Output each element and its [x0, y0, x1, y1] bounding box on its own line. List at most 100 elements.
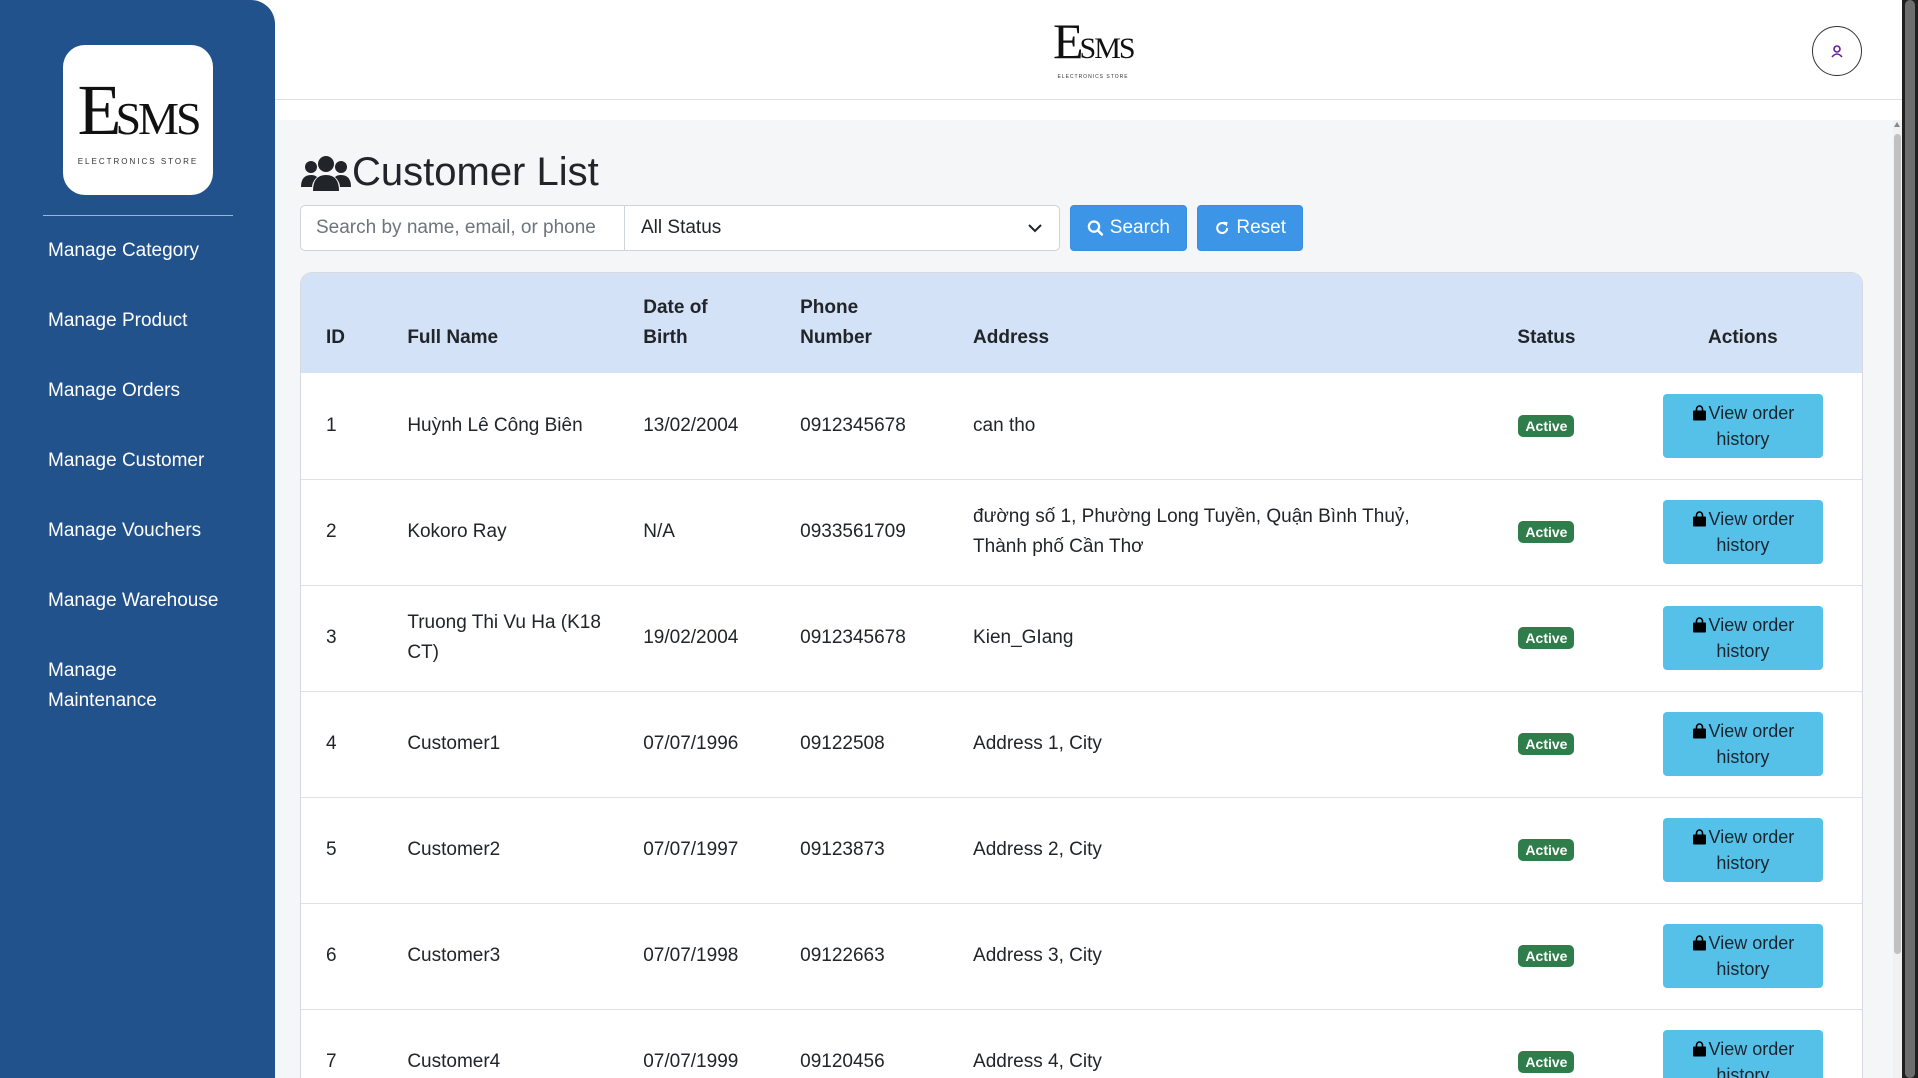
table-row: 2 Kokoro Ray N/A 0933561709 đường số 1, … — [301, 479, 1862, 586]
status-badge: Active — [1518, 839, 1575, 861]
reset-button[interactable]: Reset — [1197, 205, 1303, 251]
status-badge: Active — [1518, 414, 1575, 437]
cell-dob: 07/07/1996 — [618, 691, 776, 798]
sidebar-nav: Manage Category Manage Product Manage Or… — [48, 236, 248, 736]
app-root: ESMS ELECTRONICS STORE Manage Category M… — [0, 0, 1918, 1078]
view-order-history-button[interactable]: View order history — [1662, 500, 1823, 564]
table-row: 6 Customer3 07/07/1998 09122663 Address … — [301, 903, 1862, 1010]
user-icon — [1831, 45, 1843, 58]
cell-id: 6 — [301, 903, 383, 1010]
status-badge: Active — [1518, 945, 1575, 967]
reset-icon — [1216, 221, 1229, 234]
header-logo-mark: ESMS — [1053, 13, 1136, 69]
cell-id: 4 — [301, 691, 383, 798]
status-badge: Active — [1518, 733, 1575, 755]
cell-actions: View order history — [1623, 585, 1862, 692]
cell-dob: N/A — [618, 479, 776, 586]
user-menu-button[interactable] — [1812, 26, 1862, 76]
sidebar-item-manage-product[interactable]: Manage Product — [48, 306, 248, 376]
table-row: 4 Customer1 07/07/1996 09122508 Address … — [301, 691, 1862, 798]
header-id: ID — [301, 273, 383, 373]
customer-table: ID Full Name Date of Birth Phone Number … — [301, 273, 1862, 1078]
cell-address: Address 4, City — [948, 1009, 1470, 1078]
view-order-history-button[interactable]: View order history — [1662, 924, 1823, 988]
shopping-bag-icon — [1692, 935, 1706, 951]
cell-id: 2 — [301, 479, 383, 586]
cell-address: Address 2, City — [948, 797, 1470, 904]
content-scrollbar-thumb[interactable] — [1894, 134, 1901, 954]
header-actions: Actions — [1623, 273, 1862, 373]
view-order-history-button[interactable]: View order history — [1662, 818, 1823, 882]
chevron-down-icon — [1028, 224, 1042, 233]
sidebar-item-manage-maintenance[interactable]: Manage Maintenance — [48, 656, 188, 736]
logo-mark: ESMS — [77, 70, 201, 150]
cell-name: Customer2 — [382, 797, 619, 904]
search-button-label: Search — [1109, 217, 1170, 238]
view-order-history-label: View order history — [1708, 615, 1795, 661]
sidebar-item-manage-customer[interactable]: Manage Customer — [48, 446, 248, 516]
header-address: Address — [948, 273, 1470, 373]
cell-dob: 19/02/2004 — [618, 585, 776, 692]
cell-status: Active — [1469, 797, 1624, 904]
status-badge: Active — [1518, 1051, 1575, 1073]
cell-name: Customer4 — [382, 1009, 619, 1078]
view-order-history-button[interactable]: View order history — [1662, 712, 1823, 776]
shopping-bag-icon — [1692, 617, 1706, 633]
cell-name: Truong Thi Vu Ha (K18 CT) — [382, 585, 619, 692]
cell-address: Address 1, City — [948, 691, 1470, 798]
view-order-history-button[interactable]: View order history — [1662, 393, 1823, 458]
view-order-history-label: View order history — [1708, 402, 1795, 449]
window-scrollbar[interactable] — [1902, 0, 1918, 1078]
sidebar: ESMS ELECTRONICS STORE Manage Category M… — [0, 0, 275, 1078]
header-dob: Date of Birth — [618, 273, 776, 373]
shopping-bag-icon — [1692, 723, 1706, 739]
cell-status: Active — [1469, 1009, 1624, 1078]
table-row: 1 Huỳnh Lê Công Biên 13/02/2004 09123456… — [301, 373, 1862, 480]
cell-status: Active — [1469, 373, 1624, 480]
sidebar-item-manage-category[interactable]: Manage Category — [48, 236, 248, 306]
cell-dob: 13/02/2004 — [618, 373, 776, 480]
users-icon — [301, 155, 351, 191]
cell-id: 5 — [301, 797, 383, 904]
table-row: 7 Customer4 07/07/1999 09120456 Address … — [301, 1009, 1862, 1078]
logo-subtitle: ELECTRONICS STORE — [77, 157, 199, 166]
search-input[interactable] — [300, 205, 624, 251]
status-badge: Active — [1518, 627, 1575, 649]
sidebar-item-manage-orders[interactable]: Manage Orders — [48, 376, 248, 446]
customer-table-card: ID Full Name Date of Birth Phone Number … — [300, 272, 1863, 1078]
header-status: Status — [1469, 273, 1624, 373]
status-select-value: All Status — [641, 217, 722, 238]
cell-phone: 09123873 — [775, 797, 949, 904]
cell-phone: 09120456 — [775, 1009, 949, 1078]
view-order-history-button[interactable]: View order history — [1662, 606, 1823, 670]
cell-id: 3 — [301, 585, 383, 692]
page-title: Customer List — [352, 150, 599, 194]
cell-name: Customer3 — [382, 903, 619, 1010]
header-full-name: Full Name — [382, 273, 619, 373]
view-order-history-label: View order history — [1708, 509, 1795, 555]
sidebar-item-manage-warehouse[interactable]: Manage Warehouse — [48, 586, 248, 656]
cell-address: can tho — [948, 373, 1470, 480]
view-order-history-button[interactable]: View order history — [1662, 1030, 1823, 1078]
top-header: ESMS ELECTRONICS STORE — [275, 0, 1902, 100]
cell-status: Active — [1469, 479, 1624, 586]
cell-phone: 09122508 — [775, 691, 949, 798]
search-icon — [1087, 220, 1104, 236]
cell-id: 1 — [301, 373, 383, 480]
header-phone: Phone Number — [775, 273, 949, 373]
search-button[interactable]: Search — [1070, 205, 1187, 251]
content-scrollbar[interactable] — [1893, 120, 1902, 1078]
cell-dob: 07/07/1997 — [618, 797, 776, 904]
window-scrollbar-thumb[interactable] — [1905, 0, 1915, 1078]
sidebar-logo[interactable]: ESMS ELECTRONICS STORE — [63, 45, 213, 195]
cell-phone: 09122663 — [775, 903, 949, 1010]
table-body: 1 Huỳnh Lê Công Biên 13/02/2004 09123456… — [301, 373, 1862, 1078]
cell-name: Huỳnh Lê Công Biên — [382, 373, 619, 480]
view-order-history-label: View order history — [1708, 827, 1795, 873]
header-logo-subtitle: ELECTRONICS STORE — [1057, 74, 1129, 80]
status-select[interactable]: All Status — [624, 205, 1060, 251]
sidebar-item-manage-vouchers[interactable]: Manage Vouchers — [48, 516, 248, 586]
header-logo[interactable]: ESMS ELECTRONICS STORE — [1053, 13, 1136, 80]
scroll-up-arrow-icon[interactable] — [1894, 122, 1900, 127]
cell-actions: View order history — [1623, 903, 1862, 1010]
